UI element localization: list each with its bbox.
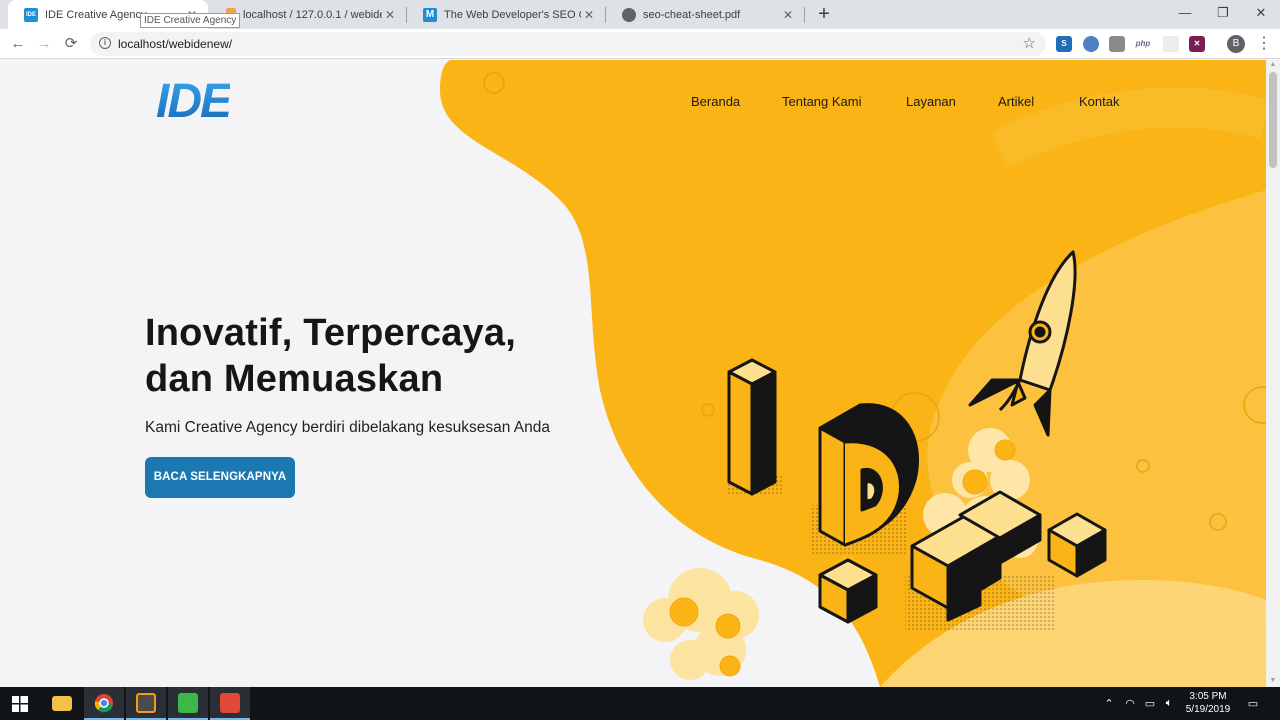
camera-icon[interactable] <box>1109 36 1125 52</box>
edge-ext-icon[interactable] <box>1083 36 1099 52</box>
clock-time: 3:05 PM <box>1189 691 1227 702</box>
windows-logo-icon <box>12 695 28 712</box>
new-tab-button[interactable]: + <box>813 2 835 26</box>
letter-i-block <box>727 358 777 496</box>
hero-subtitle: Kami Creative Agency berdiri dibelakang … <box>145 419 550 436</box>
file-explorer-icon[interactable] <box>42 687 82 720</box>
nav-layanan[interactable]: Layanan <box>906 94 956 109</box>
tab-seo-pdf[interactable]: seo-cheat-sheet.pdf ✕ <box>606 0 804 29</box>
extension-x-icon[interactable]: ✕ <box>1189 36 1205 52</box>
reload-button[interactable]: ⟳ <box>61 34 81 54</box>
nav-artikel[interactable]: Artikel <box>998 94 1034 109</box>
windows-start-icon[interactable] <box>0 687 40 720</box>
camtasia-green-icon[interactable] <box>168 687 208 720</box>
back-button[interactable]: ← <box>8 34 28 54</box>
hero-title-line1: Inovatif, Terpercaya, <box>145 312 516 354</box>
read-more-button[interactable]: BACA SELENGKAPNYA <box>145 457 295 498</box>
battery-icon[interactable]: ▭ <box>1141 687 1159 720</box>
notification-icon[interactable]: ▭ <box>1243 687 1263 720</box>
browser-toolbar: ← → ⟳ i localhost/webidenew/ ☆ S php ✕ B… <box>0 29 1280 59</box>
volume-icon[interactable]: 🔈︎ <box>1160 687 1178 720</box>
hero-title-line2: dan Memuaskan <box>145 358 444 400</box>
page-scrollbar[interactable]: ▲ ▼ <box>1266 60 1280 687</box>
chrome-icon[interactable] <box>84 687 124 720</box>
tray-chevron-icon[interactable]: ⌃ <box>1100 687 1118 720</box>
close-tab-icon[interactable]: ✕ <box>382 8 398 22</box>
system-clock[interactable]: 3:05 PM 5/19/2019 <box>1178 690 1238 716</box>
blank-ext-icon[interactable] <box>1163 36 1179 52</box>
close-window-button[interactable]: ✕ <box>1242 0 1280 29</box>
globe-icon <box>622 7 636 22</box>
ide-favicon-icon: IDE <box>24 7 38 22</box>
sublime-text-icon[interactable] <box>126 687 166 720</box>
nav-kontak[interactable]: Kontak <box>1079 94 1119 109</box>
wifi-icon[interactable]: ◠ <box>1121 687 1139 720</box>
profile-avatar[interactable]: B <box>1227 35 1245 53</box>
url-text[interactable]: localhost/webidenew/ <box>118 37 232 51</box>
cube-left <box>818 558 878 624</box>
tab-tooltip: IDE Creative Agency <box>140 13 241 28</box>
website-viewport: IDE Beranda Tentang Kami Layanan Artikel… <box>0 60 1266 687</box>
clock-date: 5/19/2019 <box>1185 704 1231 715</box>
camtasia-editor-icon <box>220 692 240 713</box>
chrome-logo-icon <box>94 693 113 712</box>
tab-title: localhost / 127.0.0.1 / webide / b <box>243 8 382 21</box>
nav-beranda[interactable]: Beranda <box>691 94 740 109</box>
menu-icon[interactable]: ⋮ <box>1256 34 1272 54</box>
bookmark-star-icon[interactable]: ☆ <box>1023 34 1036 52</box>
info-icon[interactable]: i <box>99 37 111 49</box>
site-logo[interactable]: IDE <box>156 78 232 126</box>
scroll-up-icon[interactable]: ▲ <box>1269 61 1277 68</box>
tab-title: The Web Developer's SEO Cheat <box>444 8 581 21</box>
php-icon[interactable]: php <box>1135 36 1151 52</box>
scroll-down-icon[interactable]: ▼ <box>1269 677 1277 684</box>
hero-title: Inovatif, Terpercaya, dan Memuaskan <box>145 310 585 402</box>
scroll-thumb[interactable] <box>1269 72 1277 168</box>
close-tab-icon[interactable]: ✕ <box>581 8 597 22</box>
camtasia-red-icon[interactable] <box>210 687 250 720</box>
tab-title: seo-cheat-sheet.pdf <box>643 8 741 21</box>
maximize-button[interactable]: ❐ <box>1204 0 1242 29</box>
nav-tentang-kami[interactable]: Tentang Kami <box>782 94 862 109</box>
forward-button[interactable]: → <box>34 34 54 54</box>
moz-icon: M <box>423 7 437 22</box>
sublime-logo-icon <box>136 692 156 713</box>
close-tab-icon[interactable]: ✕ <box>780 8 796 22</box>
address-bar[interactable]: i localhost/webidenew/ ☆ <box>90 32 1046 56</box>
minimize-button[interactable]: — <box>1166 0 1204 29</box>
smoke-cloud-bottom <box>643 568 759 680</box>
windows-taskbar: ⌃ ◠ ▭ 🔈︎ 3:05 PM 5/19/2019 ▭ <box>0 687 1280 720</box>
tab-seo-cheat[interactable]: M The Web Developer's SEO Cheat ✕ <box>407 0 605 29</box>
skype-icon[interactable]: S <box>1056 36 1072 52</box>
tab-separator <box>804 7 805 23</box>
logo-text: IDE <box>156 75 232 128</box>
camtasia-recorder-icon <box>178 692 198 713</box>
folder-icon <box>52 696 72 711</box>
